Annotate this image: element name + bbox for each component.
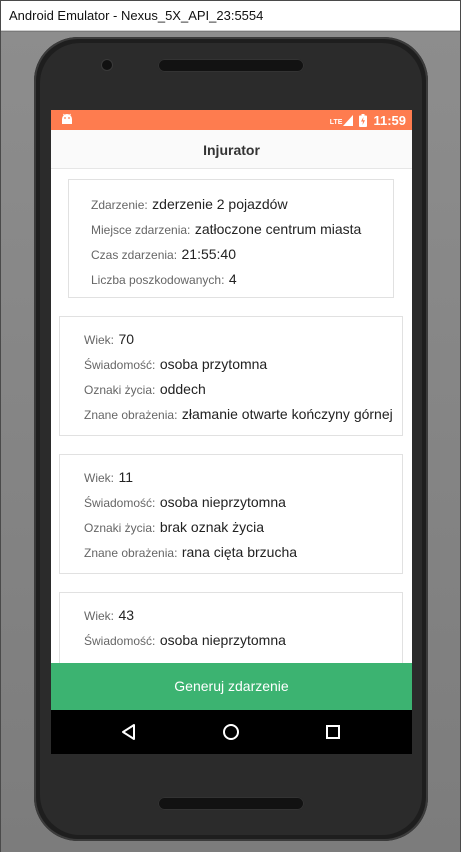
bottom-speaker (158, 797, 304, 810)
back-icon[interactable] (119, 722, 139, 742)
patient-consciousness: osoba nieprzytomna (159, 494, 286, 510)
home-icon[interactable] (221, 722, 241, 742)
device-screen: LTE 11:59 Injurator Zdarzenie: zderzenie… (51, 110, 412, 754)
patient-injuries: rana cięta brzucha (181, 544, 298, 560)
top-speaker (158, 59, 304, 72)
patient-age-row: Wiek: 43 (84, 607, 135, 623)
patient-consciousness-row: Świadomość: osoba przytomna (84, 356, 268, 372)
patient-age-row: Wiek: 70 (84, 331, 135, 347)
patient-injuries-row: Znane obrażenia: rana cięta brzucha (84, 544, 298, 560)
patient-age-row: Wiek: 11 (84, 469, 133, 485)
navigation-bar (51, 710, 412, 754)
patient-consciousness-row: Świadomość: osoba nieprzytomna (84, 632, 286, 648)
patient-vital-signs-row: Oznaki życia: brak oznak życia (84, 519, 265, 535)
emulator-window: Android Emulator - Nexus_5X_API_23:5554 … (0, 0, 461, 852)
incident-event-row: Zdarzenie: zderzenie 2 pojazdów (91, 196, 288, 212)
lte-signal-icon: LTE (329, 114, 354, 126)
battery-charging-icon (359, 113, 368, 127)
patient-card: Wiek: 70 Świadomość: osoba przytomna Ozn… (59, 316, 403, 436)
patient-card: Wiek: 43 Świadomość: osoba nieprzytomna (59, 592, 403, 663)
patient-age: 11 (118, 469, 133, 485)
status-bar: LTE 11:59 (51, 110, 412, 130)
patient-vital-signs-row: Oznaki życia: oddech (84, 381, 206, 397)
window-title: Android Emulator - Nexus_5X_API_23:5554 (1, 1, 460, 31)
patient-injuries-row: Znane obrażenia: złamanie otwarte kończy… (84, 406, 393, 422)
patient-injuries: złamanie otwarte kończyny górnej (181, 406, 393, 422)
incident-card: Zdarzenie: zderzenie 2 pojazdów Miejsce … (68, 179, 394, 298)
patient-consciousness-row: Świadomość: osoba nieprzytomna (84, 494, 286, 510)
incident-victims-row: Liczba poszkodowanych: 4 (91, 271, 237, 287)
patient-vital-signs: oddech (159, 381, 206, 397)
incident-victims-value: 4 (228, 271, 237, 287)
incident-time-row: Czas zdarzenia: 21:55:40 (91, 246, 237, 262)
patient-consciousness: osoba nieprzytomna (159, 632, 286, 648)
patient-age: 70 (118, 331, 135, 347)
patient-age: 43 (118, 607, 135, 623)
incident-list[interactable]: Zdarzenie: zderzenie 2 pojazdów Miejsce … (51, 169, 412, 663)
incident-event-value: zderzenie 2 pojazdów (152, 196, 288, 212)
patient-card: Wiek: 11 Świadomość: osoba nieprzytomna … (59, 454, 403, 574)
recents-icon[interactable] (323, 722, 343, 742)
status-clock: 11:59 (373, 112, 406, 128)
incident-time-value: 21:55:40 (181, 246, 237, 262)
incident-place-value: zatłoczone centrum miasta (194, 221, 362, 237)
incident-place-row: Miejsce zdarzenia: zatłoczone centrum mi… (91, 221, 362, 237)
patient-consciousness: osoba przytomna (159, 356, 268, 372)
app-title: Injurator (51, 130, 412, 169)
patient-vital-signs: brak oznak życia (159, 519, 265, 535)
network-label: LTE (329, 118, 343, 126)
front-camera (102, 60, 112, 70)
android-icon (62, 113, 72, 124)
generate-incident-button[interactable]: Generuj zdarzenie (51, 663, 412, 710)
